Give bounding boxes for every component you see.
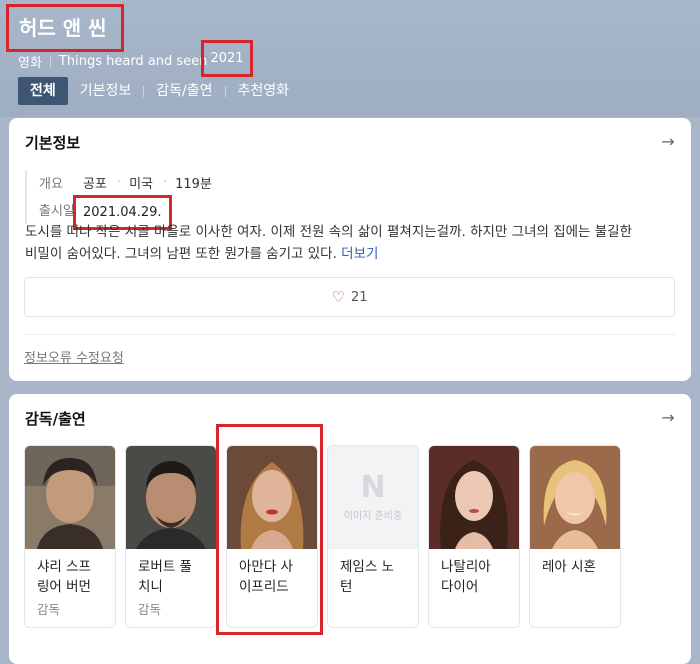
release-year: 2021 bbox=[201, 40, 253, 77]
heart-icon: ♡ bbox=[331, 288, 345, 306]
name-line: 턴 bbox=[340, 579, 353, 595]
divider bbox=[49, 56, 51, 67]
original-title: Things heard and seen bbox=[58, 54, 208, 69]
overview-row: 개요 공포 · 미국 · 119분 bbox=[39, 170, 222, 194]
highlight-box bbox=[216, 424, 323, 635]
dot-separator: · bbox=[162, 174, 168, 190]
person-name: 나탈리아다이어 bbox=[441, 557, 513, 597]
person-photo bbox=[126, 446, 216, 549]
no-image-placeholder: N 이미지 준비중 bbox=[328, 446, 418, 549]
more-link[interactable]: 더보기 bbox=[341, 246, 378, 262]
tab-basic-info[interactable]: 기본정보 bbox=[68, 77, 144, 105]
divider bbox=[24, 334, 676, 335]
cast-card: 감독/출연 → 샤리 스프 링어 버먼 감독 로버트 풀 치니 감독 아만다 사… bbox=[9, 394, 691, 664]
synopsis-text: 비밀이 숨어있다. 그녀의 남편 또한 뭔가를 숨기고 있다. bbox=[25, 246, 337, 262]
person-name: 레아 시혼 bbox=[542, 557, 614, 577]
report-error-link[interactable]: 정보오류 수정요청 bbox=[24, 347, 124, 366]
runtime: 119분 bbox=[175, 176, 212, 192]
cast-list: 샤리 스프 링어 버먼 감독 로버트 풀 치니 감독 아만다 사 이프리드 N … bbox=[24, 445, 630, 628]
person-photo bbox=[530, 446, 620, 549]
dot-separator: · bbox=[116, 174, 122, 190]
person-card[interactable]: N 이미지 준비중 제임스 노턴 bbox=[327, 445, 419, 628]
country[interactable]: 미국 bbox=[129, 173, 153, 192]
arrow-right-icon[interactable]: → bbox=[659, 410, 677, 426]
synopsis-line: 비밀이 숨어있다. 그녀의 남편 또한 뭔가를 숨기고 있다. 더보기 bbox=[25, 243, 675, 265]
like-button[interactable]: ♡ 21 bbox=[24, 277, 675, 317]
person-name: 샤리 스프링어 버먼 bbox=[37, 557, 109, 597]
person-role: 감독 bbox=[37, 602, 61, 617]
name-line: 로버트 풀 bbox=[138, 559, 192, 575]
arrow-right-icon[interactable]: → bbox=[659, 134, 677, 150]
person-card[interactable]: 나탈리아다이어 bbox=[428, 445, 520, 628]
category-label: 영화 bbox=[18, 56, 42, 71]
facts: 개요 공포 · 미국 · 119분 출시일 2021.04.29. bbox=[25, 170, 222, 230]
tab-cast[interactable]: 감독/출연 bbox=[144, 77, 224, 105]
naver-logo-icon: N bbox=[360, 470, 386, 505]
name-line: 제임스 노 bbox=[340, 559, 394, 575]
name-line: 치니 bbox=[138, 579, 163, 595]
section-title: 기본정보 bbox=[25, 134, 81, 152]
section-title: 감독/출연 bbox=[25, 410, 86, 428]
person-photo bbox=[25, 446, 115, 549]
person-card[interactable]: 샤리 스프링어 버먼 감독 bbox=[24, 445, 116, 628]
movie-title: 허드 앤 씬 bbox=[6, 4, 124, 52]
header: 허드 앤 씬 영화 Things heard and seen 2021 전체 … bbox=[0, 0, 700, 117]
person-name: 제임스 노턴 bbox=[340, 557, 412, 597]
overview-label: 개요 bbox=[39, 176, 63, 192]
person-photo bbox=[429, 446, 519, 549]
tab-recommended[interactable]: 추천영화 bbox=[226, 77, 302, 105]
synopsis-line: 도시를 떠나 작은 시골 마을로 이사한 여자. 이제 전원 속의 삶이 펼쳐지… bbox=[25, 224, 633, 240]
release-row: 출시일 2021.04.29. bbox=[39, 194, 222, 230]
person-card[interactable]: 로버트 풀치니 감독 bbox=[125, 445, 217, 628]
genre[interactable]: 공포 bbox=[83, 173, 107, 192]
person-card[interactable]: 레아 시혼 bbox=[529, 445, 621, 628]
tab-bar: 전체 기본정보 감독/출연 추천영화 bbox=[18, 77, 301, 105]
tab-all[interactable]: 전체 bbox=[18, 77, 68, 105]
person-role: 감독 bbox=[138, 602, 162, 617]
name-line: 샤리 스프 bbox=[37, 559, 91, 575]
name-line: 나탈리아 bbox=[441, 559, 491, 575]
no-image-label: 이미지 준비중 bbox=[343, 511, 403, 522]
like-count: 21 bbox=[350, 289, 368, 305]
person-name: 로버트 풀치니 bbox=[138, 557, 210, 597]
name-line: 다이어 bbox=[441, 579, 479, 595]
basic-info-card: 기본정보 → 개요 공포 · 미국 · 119분 출시일 2021.04.29.… bbox=[9, 118, 691, 381]
synopsis: 도시를 떠나 작은 시골 마을로 이사한 여자. 이제 전원 속의 삶이 펼쳐지… bbox=[25, 221, 675, 265]
sub-info: 영화 Things heard and seen bbox=[18, 52, 207, 71]
name-line: 링어 버먼 bbox=[37, 579, 91, 595]
name-line: 레아 시혼 bbox=[542, 559, 596, 575]
